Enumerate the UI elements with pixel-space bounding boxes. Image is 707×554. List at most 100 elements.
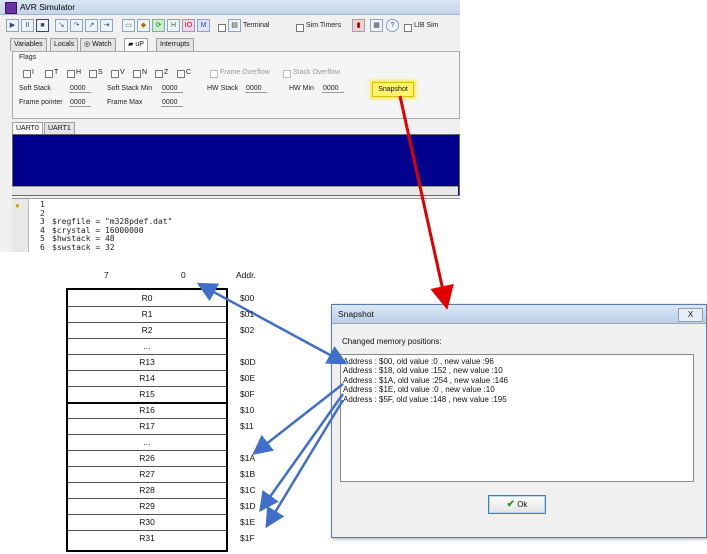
register-address: $1A	[240, 453, 256, 463]
lib-sim-checkbox[interactable]	[404, 24, 412, 32]
tab-up[interactable]: ▰ uP	[124, 38, 148, 52]
flag-v-checkbox[interactable]	[111, 70, 119, 78]
flag-z-checkbox[interactable]	[155, 70, 163, 78]
snapshot-button[interactable]: Snapshot	[372, 82, 414, 97]
frame-overflow-checkbox	[210, 70, 218, 78]
register-address: $1B	[240, 469, 256, 479]
flag-h-label: H	[76, 69, 82, 76]
flag-i-checkbox[interactable]	[23, 70, 31, 78]
register-file-table: R0 R1 R2... R13 R14 R15 R16 R17... R26 R27 R28 R29 R…	[66, 288, 228, 552]
frame-pointer-value: 0000	[69, 99, 91, 107]
dialog-title: Snapshot	[338, 309, 374, 319]
memory-change-item[interactable]: Address : $18, old value :152 , new valu…	[343, 366, 503, 375]
checkmark-icon: ✔	[506, 499, 515, 510]
flag-c-label: C	[186, 69, 192, 76]
tab-locals[interactable]: Locals	[50, 38, 79, 51]
settings-icon[interactable]: ▦	[370, 19, 383, 32]
soft-stack-label: Soft Stack	[19, 85, 51, 92]
code-editor[interactable]: ● 1 2 3 $regfile = "m328pdef.dat" 4 $crystal …	[12, 198, 460, 252]
register-row: R31	[139, 533, 155, 543]
hardware-icon[interactable]: H	[167, 19, 180, 32]
register-row: R29	[68, 498, 226, 515]
changed-memory-list[interactable]: Address : $00, old value :0 , new value …	[340, 354, 694, 482]
tab-interrupts[interactable]: Interrupts	[156, 38, 194, 51]
ok-button[interactable]: ✔ Ok	[488, 495, 546, 514]
memory-change-item[interactable]: Address : $1E, old value :0 , new value …	[343, 385, 495, 394]
register-address: $1D	[240, 501, 256, 511]
register-row: R17	[68, 418, 226, 435]
register-address: $01	[240, 309, 255, 319]
sim-timers-checkbox[interactable]	[296, 24, 304, 32]
register-row: R26	[68, 450, 226, 467]
run-to-icon[interactable]: ⇥	[100, 19, 113, 32]
flag-v-label: V	[120, 69, 125, 76]
register-row: R13	[68, 354, 226, 371]
pause-icon[interactable]: II	[21, 19, 34, 32]
flag-s-checkbox[interactable]	[89, 70, 97, 78]
blue-arrow-r0	[196, 282, 348, 365]
terminal-checkbox[interactable]	[218, 24, 226, 32]
register-row: R1	[68, 306, 226, 323]
register-address: $00	[240, 293, 255, 303]
soft-stack-value: 0000	[69, 85, 91, 93]
help-icon[interactable]: ?	[386, 19, 399, 32]
io-icon[interactable]: IO	[182, 19, 195, 32]
play-icon[interactable]: ▶	[6, 19, 19, 32]
code-line: 6 $swstack = 32	[40, 243, 115, 252]
line-number: 6	[40, 243, 45, 252]
lib-sim-label: LIB Sim	[414, 22, 439, 29]
register-row: R0	[68, 290, 226, 307]
hw-min-value: 0000	[322, 85, 344, 93]
register-row: R28	[68, 482, 226, 499]
stop-icon[interactable]: ■	[36, 19, 49, 32]
register-row: R27	[68, 466, 226, 483]
register-address: $0E	[240, 373, 256, 383]
register-row: ...	[68, 434, 226, 451]
app-icon	[5, 2, 17, 14]
soft-stack-min-label: Soft Stack Min	[107, 85, 153, 92]
hw-stack-value: 0000	[245, 85, 267, 93]
code-gutter: ●	[12, 199, 29, 252]
ok-label: Ok	[517, 500, 528, 509]
register-address: $0D	[240, 357, 256, 367]
refresh-icon[interactable]: ⟳	[152, 19, 165, 32]
step-over-icon[interactable]: ↷	[70, 19, 83, 32]
flag-t-checkbox[interactable]	[45, 70, 53, 78]
snapshot-dialog: Snapshot X Changed memory positions: Add…	[331, 304, 707, 538]
flag-n-label: N	[142, 69, 148, 76]
memory-icon[interactable]: M	[197, 19, 210, 32]
flag-i-label: I	[32, 69, 34, 76]
step-out-icon[interactable]: ↗	[85, 19, 98, 32]
flags-title: Flags	[19, 54, 37, 61]
tab-watch[interactable]: ◎ Watch	[80, 38, 116, 51]
memory-change-item[interactable]: Address : $5F, old value :148 , new valu…	[343, 395, 507, 404]
hw-min-label: HW Min	[289, 85, 314, 92]
uart-scrollbar[interactable]	[12, 186, 458, 195]
close-button[interactable]: X	[678, 308, 703, 322]
flag-n-checkbox[interactable]	[133, 70, 141, 78]
tab-up-label: uP	[135, 41, 144, 48]
simulator-title: AVR Simulator	[20, 2, 76, 12]
flag-h-checkbox[interactable]	[67, 70, 75, 78]
register-row: ...	[68, 338, 226, 355]
terminal-label: Terminal	[243, 22, 270, 29]
memory-change-item[interactable]: Address : $00, old value :0 , new value …	[343, 357, 494, 366]
timer-icon[interactable]: ▮	[352, 19, 365, 32]
memory-change-item[interactable]: Address : $1A, old value :254 , new valu…	[343, 376, 508, 385]
frame-overflow-label: Frame Overflow	[220, 69, 270, 76]
step-into-icon[interactable]: ↘	[55, 19, 68, 32]
tab-watch-label: Watch	[92, 41, 112, 48]
flag-c-checkbox[interactable]	[177, 70, 185, 78]
bit-low-label: 0	[181, 270, 186, 280]
register-address: $10	[240, 405, 255, 415]
stack-overflow-checkbox	[283, 70, 291, 78]
tab-variables[interactable]: Variables	[10, 38, 47, 51]
flag-t-label: T	[54, 69, 59, 76]
chip-icon: ▰	[128, 41, 134, 48]
watch-icon: ◎	[84, 41, 91, 48]
sim-timers-label: Sim Timers	[306, 22, 341, 29]
register-address: $1C	[240, 485, 256, 495]
breakpoint-marker-icon: ●	[15, 201, 20, 210]
breakpoint-icon[interactable]: ◆	[137, 19, 150, 32]
monitor-icon[interactable]: ▭	[122, 19, 135, 32]
